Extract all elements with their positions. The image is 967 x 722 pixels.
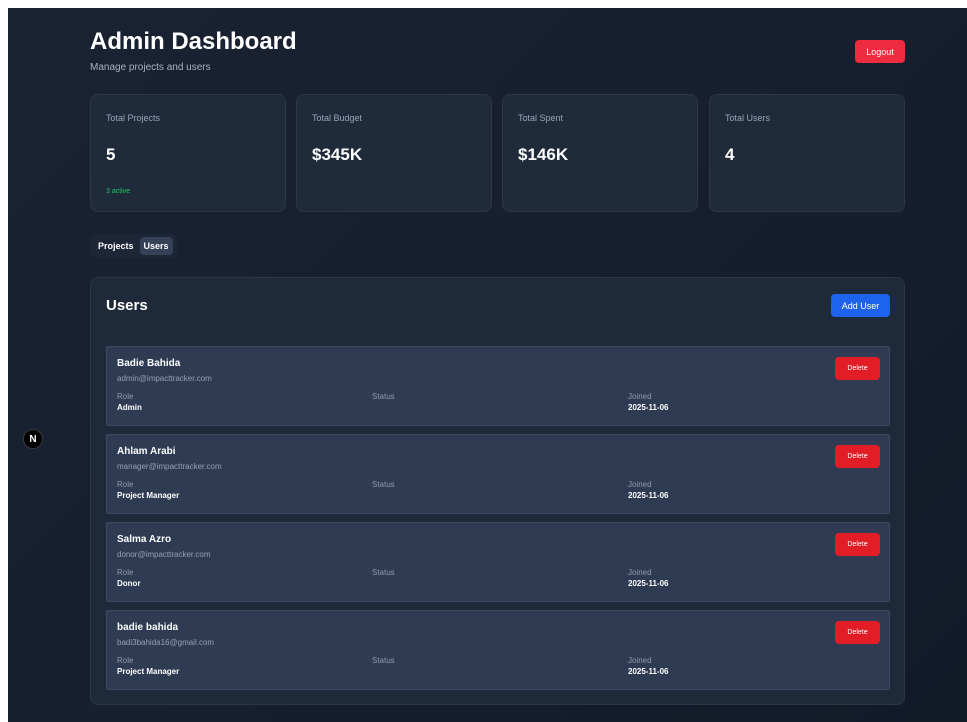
nextjs-dev-badge-icon[interactable]: N — [23, 429, 43, 449]
stat-label: Total Users — [725, 113, 771, 123]
stat-value: $146K — [518, 145, 569, 164]
stat-label: Total Spent — [518, 113, 564, 123]
tab-projects[interactable]: Projects — [94, 237, 138, 255]
stat-label: Total Projects — [106, 113, 161, 123]
role-label: Role — [117, 656, 134, 665]
user-row: Ahlam Arabi manager@impacttracker.com Ro… — [106, 434, 890, 514]
status-label: Status — [372, 568, 395, 577]
logout-button[interactable]: Logout — [855, 40, 905, 63]
users-panel-title: Users — [106, 297, 148, 314]
dashboard-frame: Admin Dashboard Manage projects and user… — [8, 8, 967, 722]
user-email: badi3bahida16@gmail.com — [117, 638, 215, 647]
user-row: Salma Azro donor@impacttracker.com Role … — [106, 522, 890, 602]
user-email: manager@impacttracker.com — [117, 462, 222, 471]
role-value: Admin — [117, 403, 142, 412]
delete-user-button[interactable]: Delete — [835, 533, 880, 556]
stat-card-total-spent: Total Spent $146K — [502, 94, 698, 212]
joined-label: Joined — [628, 656, 652, 665]
stat-value: 5 — [106, 145, 116, 164]
delete-user-button[interactable]: Delete — [835, 445, 880, 468]
delete-user-button[interactable]: Delete — [835, 357, 880, 380]
joined-value: 2025-11-06 — [628, 491, 669, 500]
status-label: Status — [372, 656, 395, 665]
joined-value: 2025-11-06 — [628, 403, 669, 412]
users-panel: Users Add User Badie Bahida admin@impact… — [90, 277, 905, 705]
stat-card-total-projects: Total Projects 5 3 active — [90, 94, 286, 212]
stat-value: 4 — [725, 145, 735, 164]
status-label: Status — [372, 480, 395, 489]
stat-subtext: 3 active — [106, 188, 131, 195]
stat-value: $345K — [312, 145, 363, 164]
page-title: Admin Dashboard — [90, 28, 297, 55]
stat-card-total-users: Total Users 4 — [709, 94, 905, 212]
role-label: Role — [117, 480, 134, 489]
user-row: badie bahida badi3bahida16@gmail.com Rol… — [106, 610, 890, 690]
add-user-button[interactable]: Add User — [831, 294, 890, 317]
view-tabs: Projects Users — [90, 234, 177, 258]
role-label: Role — [117, 392, 134, 401]
delete-user-button[interactable]: Delete — [835, 621, 880, 644]
user-name: badie bahida — [117, 622, 179, 633]
role-label: Role — [117, 568, 134, 577]
user-email: admin@impacttracker.com — [117, 374, 212, 383]
stat-label: Total Budget — [312, 113, 363, 123]
role-value: Project Manager — [117, 667, 180, 676]
stat-card-total-budget: Total Budget $345K — [296, 94, 492, 212]
user-email: donor@impacttracker.com — [117, 550, 211, 559]
role-value: Donor — [117, 579, 141, 588]
joined-value: 2025-11-06 — [628, 667, 669, 676]
status-label: Status — [372, 392, 395, 401]
user-name: Ahlam Arabi — [117, 446, 176, 457]
page-subtitle: Manage projects and users — [90, 62, 211, 73]
page-header: Admin Dashboard Manage projects and user… — [90, 28, 297, 73]
role-value: Project Manager — [117, 491, 180, 500]
joined-label: Joined — [628, 480, 652, 489]
user-name: Salma Azro — [117, 534, 172, 545]
tab-users[interactable]: Users — [139, 237, 173, 255]
joined-label: Joined — [628, 568, 652, 577]
user-row: Badie Bahida admin@impacttracker.com Rol… — [106, 346, 890, 426]
user-name: Badie Bahida — [117, 358, 181, 369]
joined-value: 2025-11-06 — [628, 579, 669, 588]
joined-label: Joined — [628, 392, 652, 401]
